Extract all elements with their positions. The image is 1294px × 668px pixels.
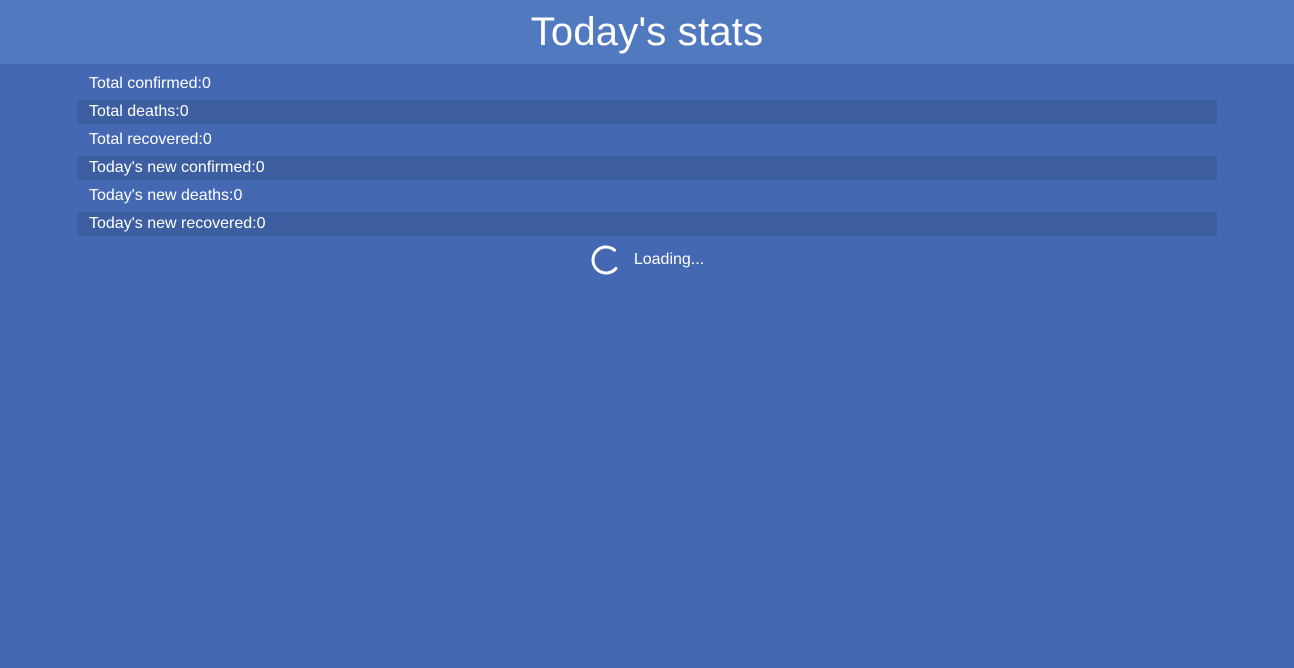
stat-value: 0 <box>256 215 266 232</box>
stat-label: Total recovered: <box>89 131 203 148</box>
stat-value: 0 <box>255 159 265 176</box>
spinner-icon <box>591 245 621 275</box>
stat-label: Total confirmed: <box>89 75 202 92</box>
stat-label: Today's new recovered: <box>89 215 257 232</box>
stat-value: 0 <box>179 103 189 120</box>
stat-label: Total deaths: <box>89 103 180 120</box>
stat-value: 0 <box>201 75 211 92</box>
stats-list: Total confirmed:0 Total deaths:0 Total r… <box>77 72 1217 236</box>
stat-label: Today's new confirmed: <box>89 159 256 176</box>
page-header: Today's stats <box>0 0 1294 64</box>
stat-new-deaths: Today's new deaths:0 <box>77 184 1217 208</box>
stat-value: 0 <box>202 131 212 148</box>
stat-label: Today's new deaths: <box>89 187 234 204</box>
stat-value: 0 <box>233 187 243 204</box>
stat-total-deaths: Total deaths:0 <box>77 100 1217 124</box>
stat-new-confirmed: Today's new confirmed:0 <box>77 156 1217 180</box>
page-title: Today's stats <box>530 10 764 54</box>
stat-total-confirmed: Total confirmed:0 <box>77 72 1217 96</box>
stat-total-recovered: Total recovered:0 <box>77 128 1217 152</box>
stat-new-recovered: Today's new recovered:0 <box>77 212 1217 236</box>
loading-indicator: Loading... <box>0 240 1294 280</box>
loading-text: Loading... <box>633 251 705 268</box>
